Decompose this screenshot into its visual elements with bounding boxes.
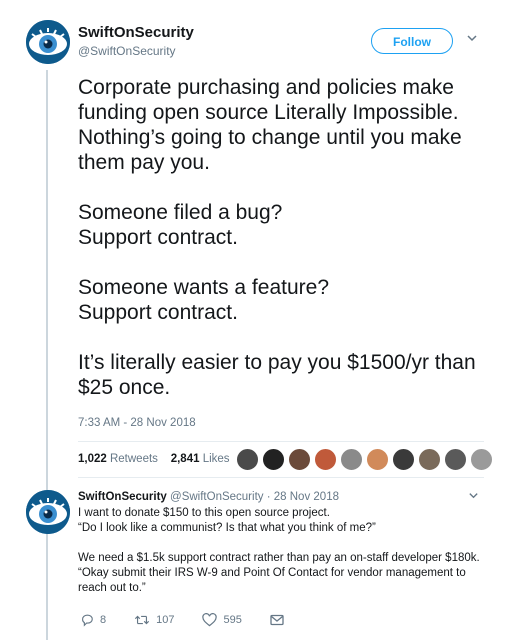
reply-line: “Do I look like a communist? Is that wha… xyxy=(78,522,376,534)
separator: · xyxy=(266,491,271,503)
retweet-icon xyxy=(135,615,150,625)
engagement-stats: 1,022 Retweets 2,841 Likes xyxy=(78,453,230,465)
reply-author-handle[interactable]: @SwiftOnSecurity xyxy=(170,491,263,503)
reply-line: “Okay submit their IRS W-9 and Point Of … xyxy=(78,567,466,594)
retweet-button[interactable]: 107 xyxy=(134,613,174,627)
liker-avatar[interactable] xyxy=(314,448,337,471)
reply-header: SwiftOnSecurity @SwiftOnSecurity · 28 No… xyxy=(78,491,339,503)
follow-button[interactable]: Follow xyxy=(371,28,453,54)
tweet-paragraph: It’s literally easier to pay you $1500/y… xyxy=(78,351,476,399)
retweets-stat[interactable]: 1,022 Retweets xyxy=(78,453,158,465)
likers-avatars xyxy=(236,448,493,472)
liker-avatar[interactable] xyxy=(340,448,363,471)
eye-logo-icon xyxy=(26,490,70,534)
liker-avatar[interactable] xyxy=(444,448,467,471)
liker-avatar[interactable] xyxy=(288,448,311,471)
tweet-paragraph: Someone wants a feature? Support contrac… xyxy=(78,276,329,324)
reply-line: I want to donate $150 to this open sourc… xyxy=(78,507,330,519)
divider xyxy=(78,441,484,442)
tweet-paragraph: Someone filed a bug? Support contract. xyxy=(78,201,283,249)
reply-avatar[interactable] xyxy=(26,490,70,534)
liker-avatar[interactable] xyxy=(392,448,415,471)
chevron-down-icon[interactable] xyxy=(468,490,479,504)
liker-avatar[interactable] xyxy=(470,448,493,471)
reply-line: We need a $1.5k support contract rather … xyxy=(78,552,480,564)
reply-date[interactable]: 28 Nov 2018 xyxy=(274,491,339,503)
liker-avatar[interactable] xyxy=(262,448,285,471)
liker-avatar[interactable] xyxy=(418,448,441,471)
avatar[interactable] xyxy=(26,20,70,64)
divider xyxy=(78,477,484,478)
liker-avatar[interactable] xyxy=(366,448,389,471)
author-name[interactable]: SwiftOnSecurity xyxy=(78,24,194,41)
author-handle[interactable]: @SwiftOnSecurity xyxy=(78,44,176,58)
reply-actions: 8 107 595 xyxy=(80,613,312,627)
envelope-icon xyxy=(270,614,284,626)
reply-count: 8 xyxy=(100,614,107,626)
chevron-down-icon[interactable] xyxy=(466,32,480,46)
thread-line xyxy=(46,70,48,490)
like-button[interactable]: 595 xyxy=(202,613,242,627)
reply-author-name[interactable]: SwiftOnSecurity xyxy=(78,491,167,503)
eye-logo-icon xyxy=(26,20,70,64)
direct-message-button[interactable] xyxy=(270,613,284,627)
likes-stat[interactable]: 2,841 Likes xyxy=(171,453,230,465)
like-count: 595 xyxy=(223,614,242,626)
reply-text: I want to donate $150 to this open sourc… xyxy=(78,506,488,596)
retweet-count: 107 xyxy=(156,614,175,626)
thread-line-lower xyxy=(46,532,48,640)
reply-button[interactable]: 8 xyxy=(80,613,106,627)
reply-icon xyxy=(82,614,93,627)
heart-icon xyxy=(202,613,218,627)
liker-avatar[interactable] xyxy=(236,448,259,471)
tweet-paragraph: Corporate purchasing and policies make f… xyxy=(78,76,462,174)
tweet-text: Corporate purchasing and policies make f… xyxy=(78,75,498,400)
timestamp[interactable]: 7:33 AM - 28 Nov 2018 xyxy=(78,417,196,429)
